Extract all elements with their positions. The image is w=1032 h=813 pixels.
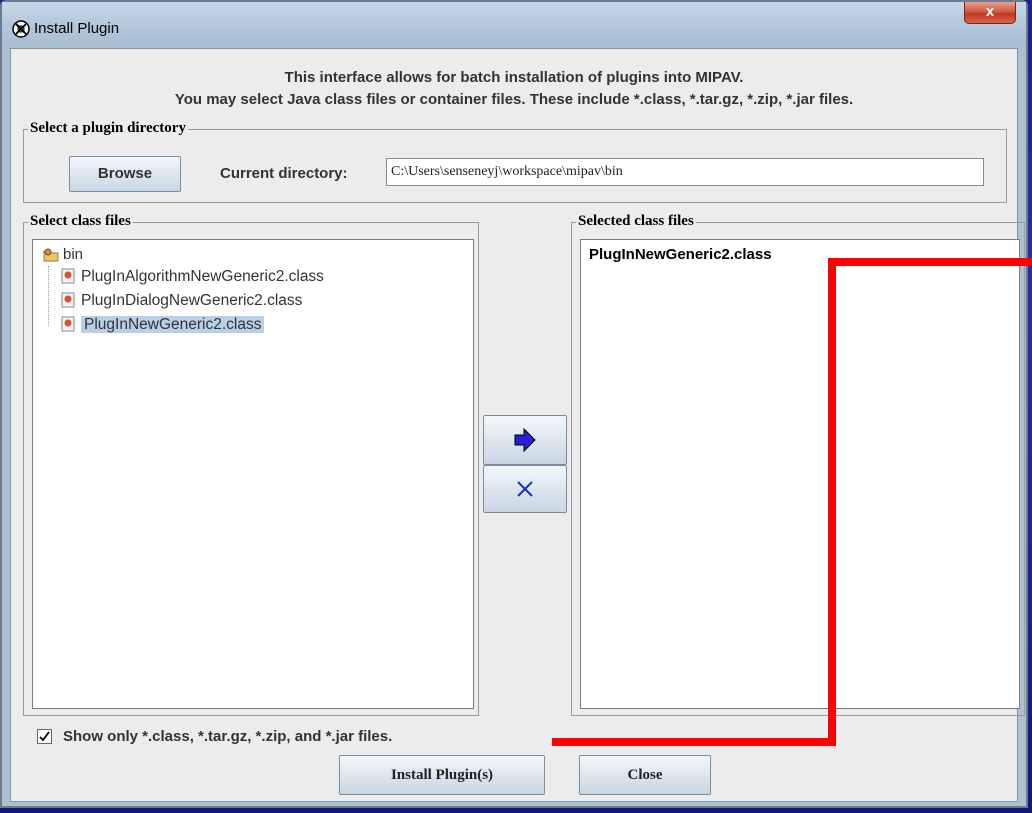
class-file-icon bbox=[61, 292, 75, 308]
plugin-directory-group: Select a plugin directory Browse Current… bbox=[23, 120, 1007, 203]
show-only-checkbox[interactable] bbox=[37, 729, 52, 744]
browse-button[interactable]: Browse bbox=[69, 156, 181, 192]
intro-line-2: You may select Java class files or conta… bbox=[174, 91, 854, 108]
remove-from-selected-button[interactable] bbox=[483, 465, 567, 513]
current-directory-label: Current directory: bbox=[220, 165, 348, 182]
class-file-icon bbox=[61, 268, 75, 284]
x-remove-icon bbox=[517, 481, 533, 497]
install-plugins-button[interactable]: Install Plugin(s) bbox=[339, 755, 545, 795]
tree-item-plugin-selected[interactable]: PlugInNewGeneric2.class bbox=[61, 314, 265, 336]
tree-item-label: PlugInAlgorithmNewGeneric2.class bbox=[81, 268, 324, 285]
class-files-tree[interactable]: bin PlugInAlgorithmNewGeneric2.class Plu… bbox=[32, 239, 474, 709]
annotation-red-line-vertical bbox=[828, 258, 836, 746]
tree-item-dialog[interactable]: PlugInDialogNewGeneric2.class bbox=[61, 290, 302, 312]
current-directory-field[interactable]: C:\Users\senseneyj\workspace\mipav\bin bbox=[386, 158, 984, 186]
tree-item-label: PlugInDialogNewGeneric2.class bbox=[81, 292, 303, 309]
install-plugin-window: Install Plugin x This interface allows f… bbox=[0, 0, 1028, 808]
selected-class-files-group: Selected class files PlugInNewGeneric2.c… bbox=[571, 213, 1025, 716]
close-icon: x bbox=[985, 3, 995, 20]
window-title: Install Plugin bbox=[34, 20, 120, 37]
select-class-files-label: Select class files bbox=[28, 213, 133, 230]
title-bar[interactable]: Install Plugin x bbox=[2, 2, 1026, 48]
right-arrow-icon bbox=[514, 427, 536, 453]
tree-connector bbox=[48, 266, 49, 326]
tree-root-label: bin bbox=[63, 246, 84, 263]
mipav-app-icon bbox=[12, 20, 30, 38]
intro-text: This interface allows for batch installa… bbox=[11, 67, 1017, 111]
annotation-red-line-top bbox=[828, 258, 1032, 266]
plugin-directory-group-label: Select a plugin directory bbox=[28, 120, 188, 137]
selected-class-files-label: Selected class files bbox=[576, 213, 696, 230]
select-class-files-group: Select class files bin PlugInAlgorithmNe… bbox=[23, 213, 479, 716]
close-button[interactable]: Close bbox=[579, 755, 711, 795]
selected-file-item[interactable]: PlugInNewGeneric2.class bbox=[589, 246, 772, 263]
selected-class-files-list[interactable]: PlugInNewGeneric2.class bbox=[580, 239, 1020, 709]
folder-icon bbox=[43, 248, 59, 262]
add-to-selected-button[interactable] bbox=[483, 415, 567, 465]
dialog-content: This interface allows for batch installa… bbox=[10, 48, 1025, 802]
class-file-icon bbox=[61, 316, 75, 332]
annotation-red-line-bottom bbox=[552, 738, 836, 746]
intro-line-1: This interface allows for batch installa… bbox=[284, 69, 744, 86]
tree-item-label: PlugInNewGeneric2.class bbox=[81, 316, 265, 333]
show-only-label: Show only *.class, *.tar.gz, *.zip, and … bbox=[63, 728, 393, 745]
tree-item-algorithm[interactable]: PlugInAlgorithmNewGeneric2.class bbox=[61, 266, 324, 288]
tree-root-bin[interactable]: bin bbox=[43, 246, 83, 263]
close-window-button[interactable]: x bbox=[964, 2, 1016, 24]
checkmark-icon bbox=[39, 731, 50, 742]
